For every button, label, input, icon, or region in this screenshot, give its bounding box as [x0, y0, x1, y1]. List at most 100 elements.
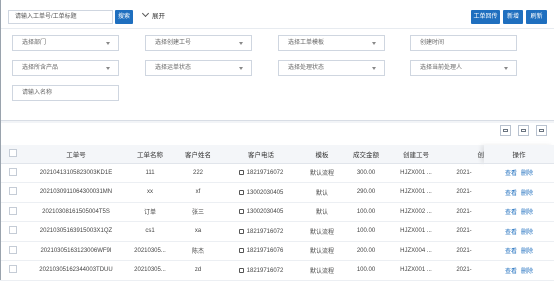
creator-no-cell: HJZX002 ...: [388, 202, 444, 222]
product-select[interactable]: 选择所含产品: [12, 60, 119, 76]
delete-link[interactable]: 删除: [521, 269, 533, 275]
phone-value: 18219716072: [246, 267, 284, 274]
delete-link[interactable]: 删除: [521, 191, 533, 197]
current-handler-select[interactable]: 选择当前处理人: [410, 60, 517, 76]
phone-icon: [238, 228, 244, 234]
created-time-cell: 2021-: [444, 182, 484, 203]
expand-label: 展开: [152, 13, 165, 20]
created-time-cell: 2021-: [444, 202, 484, 222]
view-link[interactable]: 查看: [505, 171, 517, 177]
table-row[interactable]: 20210308161505004T5S 订单 张三 13002030405 默…: [0, 202, 554, 222]
order-grid: 工单号 工单名称 客户姓名 客户电话 模板 成交金额 创建工号 创 操作 202…: [0, 123, 554, 281]
col-header: 工单名称: [126, 145, 174, 164]
export-icon[interactable]: [518, 125, 529, 136]
delete-link[interactable]: 删除: [521, 249, 533, 255]
current-handler-select-label: 选择当前处理人: [420, 65, 463, 71]
customer-name-cell: 张三: [174, 202, 222, 222]
phone-icon: [238, 170, 244, 176]
operation-cell: 查看 删除: [484, 202, 554, 222]
phone-cell: 13002030405: [222, 182, 300, 203]
created-time-cell: 2021-: [444, 163, 484, 183]
col-header: 模板: [300, 145, 344, 164]
customer-name-cell: 222: [174, 163, 222, 183]
print-icon[interactable]: [536, 125, 547, 136]
dept-select[interactable]: 选择部门: [12, 35, 119, 51]
phone-cell: 13002030405: [222, 202, 300, 222]
phone-cell: 18219716076: [222, 241, 300, 261]
refresh-button[interactable]: 刷新: [526, 10, 547, 24]
customer-name-input[interactable]: 请输入名称: [12, 85, 119, 101]
table-row[interactable]: 20210413105823003KD1E 111 222 1821971607…: [0, 163, 554, 183]
search-input[interactable]: 请输入工单号/工单标题: [8, 10, 113, 24]
select-all-checkbox[interactable]: [9, 148, 17, 157]
creator-no-select[interactable]: 选择创建工号: [145, 35, 252, 51]
row-checkbox[interactable]: [9, 226, 17, 235]
view-link[interactable]: 查看: [505, 210, 517, 216]
created-time-input[interactable]: 创建时间: [410, 35, 517, 51]
phone-icon: [238, 209, 244, 215]
row-checkbox[interactable]: [9, 167, 17, 176]
row-checkbox[interactable]: [9, 265, 17, 274]
view-link[interactable]: 查看: [505, 269, 517, 275]
ship-status-select[interactable]: 选择运单状态: [145, 60, 252, 76]
caret-down-icon: [106, 67, 110, 70]
creator-no-cell: HJZX001 ...: [388, 260, 444, 281]
row-select-cell: [0, 182, 26, 203]
view-link[interactable]: 查看: [505, 191, 517, 197]
table-row[interactable]: 20210305163123006WF9I 20210305... 陈杰 182…: [0, 241, 554, 261]
customer-name-cell: xf: [174, 182, 222, 203]
template-cell: 默认: [300, 202, 344, 222]
order-table: 工单号 工单名称 客户姓名 客户电话 模板 成交金额 创建工号 创 操作 202…: [0, 145, 554, 281]
template-cell: 默认流程: [300, 260, 344, 281]
operation-cell: 查看 删除: [484, 182, 554, 203]
order-name-cell: cs1: [126, 221, 174, 242]
col-header: 操作: [484, 145, 554, 164]
delete-link[interactable]: 删除: [521, 210, 533, 216]
columns-icon[interactable]: [500, 125, 511, 136]
select-all-cell: [0, 145, 26, 164]
phone-value: 13002030405: [246, 209, 284, 216]
col-header: 客户姓名: [174, 145, 222, 164]
expand-toggle[interactable]: 展开: [141, 9, 165, 23]
order-no-cell: 2021030911064300031MN: [26, 182, 126, 203]
delete-link[interactable]: 删除: [521, 171, 533, 177]
table-row[interactable]: 2021030911064300031MN xx xf 13002030405 …: [0, 182, 554, 203]
filter-panel: 请输入工单号/工单标题 搜索 展开 工单回传 工单回传 新增 刷新 选择部门 选…: [0, 0, 554, 121]
delete-link[interactable]: 删除: [521, 230, 533, 236]
creator-no-select-label: 选择创建工号: [155, 40, 192, 46]
row-select-cell: [0, 260, 26, 281]
dept-select-label: 选择部门: [22, 40, 47, 46]
return-button[interactable]: 工单回传: [471, 10, 500, 24]
created-time-cell: 2021-: [444, 260, 484, 281]
creator-no-cell: HJZX001 ...: [388, 163, 444, 183]
order-name-cell: 20210305...: [126, 241, 174, 261]
row-select-cell: [0, 202, 26, 222]
row-select-cell: [0, 221, 26, 242]
view-link[interactable]: 查看: [505, 230, 517, 236]
order-name-cell: xx: [126, 182, 174, 203]
caret-down-icon: [106, 42, 110, 45]
row-select-cell: [0, 241, 26, 261]
add-button[interactable]: 新增: [503, 10, 523, 24]
window-edge: [0, 0, 1, 280]
template-cell: 默认流程: [300, 221, 344, 242]
phone-icon: [238, 189, 244, 195]
customer-name-label: 请输入名称: [22, 90, 53, 96]
order-no-cell: 20210305162344003TDUU: [26, 260, 126, 281]
order-no-cell: 20210305163123006WF9I: [26, 241, 126, 261]
table-row[interactable]: 20210305162344003TDUU 20210305... zd 182…: [0, 260, 554, 281]
phone-cell: 18219716072: [222, 260, 300, 281]
table-row[interactable]: 20210305163915003X1QZ cs1 xa 18219716072…: [0, 221, 554, 242]
template-cell: 默认流程: [300, 163, 344, 183]
view-link[interactable]: 查看: [505, 249, 517, 255]
row-checkbox[interactable]: [9, 206, 17, 215]
row-checkbox[interactable]: [9, 187, 17, 196]
table-header-row: 工单号 工单名称 客户姓名 客户电话 模板 成交金额 创建工号 创 操作: [0, 145, 554, 164]
template-select[interactable]: 选择工单模板: [278, 35, 385, 51]
order-name-cell: 20210305...: [126, 260, 174, 281]
customer-name-cell: zd: [174, 260, 222, 281]
row-checkbox[interactable]: [9, 245, 17, 254]
process-status-select[interactable]: 选择处理状态: [278, 60, 385, 76]
search-button[interactable]: 搜索: [115, 10, 133, 24]
creator-no-cell: HJZX004 ...: [388, 241, 444, 261]
